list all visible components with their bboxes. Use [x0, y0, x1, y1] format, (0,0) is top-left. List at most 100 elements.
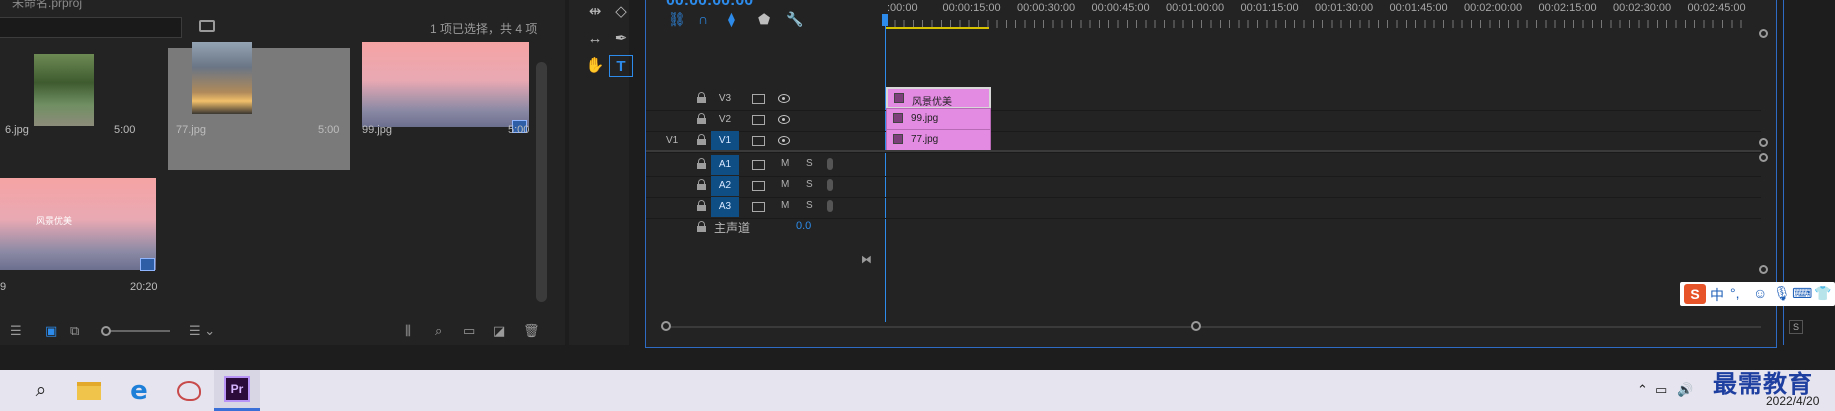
timeline-clip[interactable]: 99.jpg [886, 108, 991, 130]
project-item-selected[interactable]: 77.jpg 5:00 [168, 42, 350, 170]
taskbar-premiere[interactable]: Pr [214, 370, 260, 411]
sort-icon[interactable]: ☰ ⌄ [189, 323, 215, 339]
audio-scroll-handle[interactable] [1759, 153, 1768, 162]
timeline-zoom-scrollbar[interactable] [661, 326, 1761, 328]
track-name-a1[interactable]: A1 [711, 155, 739, 175]
project-item[interactable]: 风景优美 9 20:20 [0, 178, 182, 300]
freeform-view-icon[interactable]: ⧉ [70, 323, 79, 339]
mute-button[interactable]: M [781, 179, 789, 190]
zoom-scroll-handle-right[interactable] [1191, 321, 1201, 331]
clock-date[interactable]: 2022/4/20 [1766, 394, 1819, 408]
sync-lock-icon[interactable] [752, 115, 765, 125]
chevron-up-icon[interactable]: ⌃ [1637, 382, 1648, 398]
add-marker-icon[interactable]: ⬟ [758, 11, 770, 28]
lock-icon[interactable] [697, 92, 706, 103]
track-name-a3[interactable]: A3 [711, 197, 739, 217]
skin-icon[interactable]: 👕 [1814, 285, 1831, 302]
lock-icon[interactable] [697, 221, 706, 232]
track-name-v1[interactable]: V1 [711, 131, 739, 151]
hand-tool-icon[interactable]: ✋ [583, 55, 607, 77]
lock-icon[interactable] [697, 179, 706, 190]
sync-lock-icon[interactable] [752, 136, 765, 146]
automate-to-sequence-icon[interactable]: ⫼ [405, 323, 411, 339]
timeline-clip[interactable]: 风景优美 [886, 87, 991, 109]
timeline-clip[interactable]: 77.jpg [886, 129, 991, 151]
new-search-bin-icon[interactable] [199, 20, 215, 32]
ime-toolbar[interactable]: S 中 °, ☺ 🎙 ⌨ 👕 [1680, 282, 1835, 306]
track-name-v3[interactable]: V3 [711, 89, 739, 109]
snap-icon[interactable]: ∩ [698, 11, 708, 27]
master-volume-value[interactable]: 0.0 [796, 220, 811, 232]
video-scroll-handle[interactable] [1759, 138, 1768, 147]
pen-tool-icon[interactable]: ✒ [609, 28, 633, 50]
type-tool-icon[interactable]: T [609, 55, 633, 77]
linked-selection-icon[interactable]: ⧫ [728, 11, 735, 28]
slip-tool-icon[interactable]: ↔ [583, 28, 607, 50]
mute-button[interactable]: M [781, 158, 789, 169]
ime-mode[interactable]: 中 [1710, 285, 1724, 305]
lock-icon[interactable] [697, 200, 706, 211]
thumbnail-gradient [362, 42, 529, 127]
new-bin-icon[interactable]: ▭ [463, 323, 475, 339]
trash-icon[interactable]: 🗑 [523, 323, 540, 339]
time-ruler[interactable]: :00:00 00:00:15:00 00:00:30:00 00:00:45:00 0… [885, 0, 1746, 30]
voice-input-icon[interactable]: 🎙 [1773, 285, 1791, 302]
solo-button[interactable]: S [806, 200, 813, 211]
volume-icon[interactable]: 🔊 [1677, 382, 1693, 398]
sync-lock-icon[interactable] [752, 94, 765, 104]
video-audio-divider[interactable] [646, 150, 1761, 152]
solo-button[interactable]: S [806, 179, 813, 190]
razor-tool-icon[interactable]: ◇ [609, 1, 633, 23]
taskbar-file-explorer[interactable] [66, 370, 112, 411]
sync-lock-icon[interactable] [752, 202, 765, 212]
thumbnail-zoom-slider[interactable] [104, 330, 170, 332]
list-view-icon[interactable]: ☰ [10, 323, 22, 339]
eye-icon[interactable] [778, 94, 790, 103]
fx-badge-icon [893, 113, 903, 123]
new-item-icon[interactable]: ◪ [493, 323, 505, 339]
taskbar-search[interactable]: ⌕ [18, 370, 64, 411]
project-scrollbar[interactable] [536, 62, 547, 302]
keyboard-icon[interactable]: ⌨ [1792, 285, 1812, 302]
voiceover-mic-icon[interactable] [827, 200, 833, 212]
mute-button[interactable]: M [781, 200, 789, 211]
eye-icon[interactable] [778, 136, 790, 145]
sync-lock-icon[interactable] [752, 160, 765, 170]
playhead-handle[interactable] [882, 14, 888, 26]
project-item[interactable]: 6.jpg 5:00 [0, 48, 182, 170]
ripple-edit-tool-icon[interactable]: ⇹ [583, 1, 607, 23]
fx-badge-icon [893, 134, 903, 144]
voiceover-mic-icon[interactable] [827, 179, 833, 191]
emoji-icon[interactable]: ☺ [1753, 285, 1767, 301]
fit-tracks-icon[interactable]: ⧓ [861, 253, 872, 266]
lock-icon[interactable] [697, 134, 706, 145]
eye-icon[interactable] [778, 115, 790, 124]
video-scroll-handle[interactable] [1759, 29, 1768, 38]
thumbnail-zoom-handle[interactable] [101, 326, 111, 336]
source-patch[interactable]: V1 [666, 131, 678, 151]
track-name-a2[interactable]: A2 [711, 176, 739, 196]
sogou-logo-icon[interactable]: S [1684, 284, 1706, 304]
network-icon[interactable]: ▭ [1655, 382, 1667, 398]
nest-sequence-icon[interactable]: ⛓ [668, 11, 686, 28]
work-area-bar[interactable] [885, 27, 989, 29]
zoom-scroll-handle-left[interactable] [661, 321, 671, 331]
project-search-input[interactable] [0, 17, 182, 38]
lock-icon[interactable] [697, 158, 706, 169]
item-name: 9 [0, 281, 7, 293]
solo-meter-button[interactable]: S [1789, 320, 1803, 334]
settings-wrench-icon[interactable]: 🔧 [786, 11, 803, 28]
project-item[interactable]: 99.jpg 5:00 [362, 42, 544, 170]
find-icon[interactable]: ⌕ [435, 323, 442, 339]
taskbar-paint[interactable] [166, 370, 212, 411]
ime-punctuation[interactable]: °, [1730, 285, 1740, 301]
sync-lock-icon[interactable] [752, 181, 765, 191]
timecode-display[interactable]: 00:00:00:00 [666, 0, 753, 10]
lock-icon[interactable] [697, 113, 706, 124]
solo-button[interactable]: S [806, 158, 813, 169]
icon-view-icon[interactable]: ▣ [45, 323, 57, 339]
track-name-v2[interactable]: V2 [711, 110, 739, 130]
voiceover-mic-icon[interactable] [827, 158, 833, 170]
audio-scroll-handle[interactable] [1759, 265, 1768, 274]
taskbar-edge[interactable]: e [116, 370, 162, 411]
